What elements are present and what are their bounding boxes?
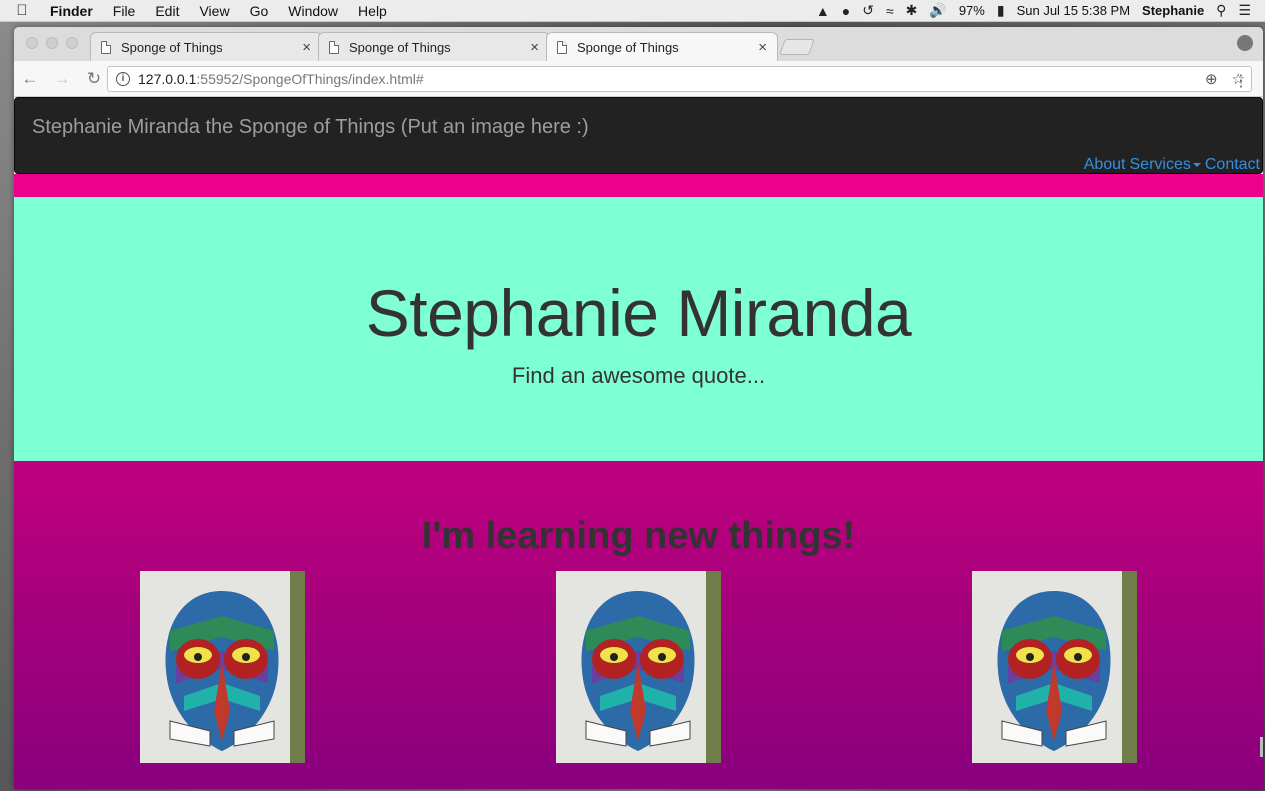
browser-tab-3-active[interactable]: Sponge of Things ×	[546, 32, 778, 61]
section-heading: I'm learning new things!	[421, 515, 856, 557]
status-area: ▲ ● ↺ ≈ ✱ 🔊 97% ▮ Sun Jul 15 5:38 PM Ste…	[816, 2, 1265, 19]
menu-edit[interactable]: Edit	[145, 3, 189, 19]
owl-mural-image	[140, 571, 305, 763]
minimize-window-button[interactable]	[46, 37, 58, 49]
hero-subtitle: Find an awesome quote...	[511, 363, 766, 388]
close-tab-icon[interactable]: ×	[758, 39, 767, 56]
pink-divider	[14, 174, 1263, 197]
address-bar[interactable]: i 127.0.0.1 :55952/SpongeOfThings/index.…	[107, 66, 1252, 92]
forward-arrow-icon[interactable]: →	[46, 69, 78, 89]
nav-dropdown-services[interactable]: Services	[1130, 156, 1201, 174]
page-icon	[557, 40, 567, 54]
close-window-button[interactable]	[26, 37, 38, 49]
owl-drawing	[140, 571, 305, 763]
window-controls	[26, 37, 78, 49]
url-host: 127.0.0.1	[138, 71, 197, 87]
page-icon	[329, 40, 339, 54]
browser-window: Sponge of Things × Sponge of Things × Sp…	[14, 27, 1263, 789]
hero-title: Stephanie Miranda	[365, 276, 912, 350]
browser-toolbar: ← → ↻ i 127.0.0.1 :55952/SpongeOfThings/…	[14, 61, 1263, 97]
apple-icon[interactable]: 	[0, 2, 44, 19]
caret-down-icon	[1192, 162, 1201, 167]
navbar-links: About Services Contact	[1084, 156, 1260, 174]
bluetooth-icon[interactable]: ✱	[906, 2, 918, 19]
menu-view[interactable]: View	[189, 3, 239, 19]
new-tab-button[interactable]	[779, 39, 815, 55]
clock[interactable]: Sun Jul 15 5:38 PM	[1017, 3, 1130, 18]
owl-drawing	[556, 571, 721, 763]
menu-window[interactable]: Window	[278, 3, 348, 19]
learning-section: I'm learning new things!	[14, 461, 1263, 789]
close-tab-icon[interactable]: ×	[302, 39, 311, 56]
notification-center-icon[interactable]: ☰	[1238, 2, 1251, 19]
page-viewport: Stephanie Miranda the Sponge of Things (…	[14, 97, 1263, 789]
site-navbar: Stephanie Miranda the Sponge of Things (…	[14, 97, 1263, 174]
tab-title: Sponge of Things	[577, 39, 679, 55]
browser-menu-icon[interactable]: ⋮	[1233, 71, 1249, 91]
nav-services-label: Services	[1129, 156, 1191, 173]
alert-icon[interactable]: ●	[842, 3, 850, 19]
menu-file[interactable]: File	[103, 3, 146, 19]
navbar-brand[interactable]: Stephanie Miranda the Sponge of Things (…	[32, 116, 589, 139]
profile-icon[interactable]	[1237, 35, 1253, 51]
scrollbar[interactable]	[1260, 737, 1263, 757]
zoom-icon[interactable]: ⊕	[1205, 70, 1218, 88]
browser-tab-2[interactable]: Sponge of Things ×	[318, 32, 550, 61]
battery-percent[interactable]: 97%	[959, 3, 985, 18]
owl-mural-image	[556, 571, 721, 763]
nav-link-about[interactable]: About	[1084, 156, 1126, 174]
back-arrow-icon[interactable]: ←	[14, 69, 46, 89]
site-info-icon[interactable]: i	[116, 72, 130, 86]
battery-icon[interactable]: ▮	[997, 2, 1005, 19]
tab-title: Sponge of Things	[121, 39, 223, 55]
tab-title: Sponge of Things	[349, 39, 451, 55]
owl-drawing	[972, 571, 1137, 763]
nav-link-contact[interactable]: Contact	[1205, 156, 1260, 174]
spotlight-search-icon[interactable]: ⚲	[1216, 2, 1226, 19]
user-menu[interactable]: Stephanie	[1142, 3, 1204, 18]
zoom-window-button[interactable]	[66, 37, 78, 49]
wifi-icon[interactable]: ≈	[886, 3, 894, 19]
menu-help[interactable]: Help	[348, 3, 397, 19]
reload-icon[interactable]: ↻	[78, 69, 110, 89]
menu-go[interactable]: Go	[240, 3, 279, 19]
browser-tab-1[interactable]: Sponge of Things ×	[90, 32, 322, 61]
menu-app-name[interactable]: Finder	[44, 3, 103, 19]
time-machine-icon[interactable]: ↺	[862, 2, 874, 19]
macos-menu-bar:  Finder File Edit View Go Window Help ▲…	[0, 0, 1265, 22]
hero-section: Stephanie Miranda Find an awesome quote.…	[14, 197, 1263, 461]
drive-icon[interactable]: ▲	[816, 3, 830, 19]
volume-icon[interactable]: 🔊	[929, 2, 946, 19]
page-icon	[101, 40, 111, 54]
close-tab-icon[interactable]: ×	[530, 39, 539, 56]
url-path: :55952/SpongeOfThings/index.html#	[196, 71, 424, 87]
tab-strip: Sponge of Things × Sponge of Things × Sp…	[14, 27, 1263, 61]
owl-mural-image	[972, 571, 1137, 763]
